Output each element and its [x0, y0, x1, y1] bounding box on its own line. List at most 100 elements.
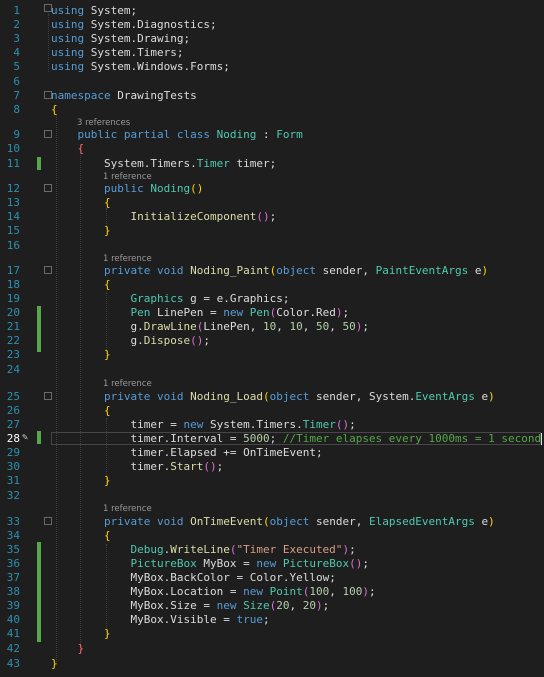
line-number[interactable]: 7 [0, 89, 20, 102]
line-number[interactable]: 36 [0, 557, 20, 570]
token: timer [130, 418, 164, 431]
line-number[interactable]: 43 [0, 657, 20, 670]
line-number[interactable]: 16 [0, 239, 20, 252]
code-line-31[interactable]: } [51, 474, 111, 487]
code-line-43[interactable]: } [51, 657, 58, 670]
line-number[interactable]: 10 [0, 142, 20, 155]
token: timer [236, 157, 270, 170]
line-number[interactable]: 26 [0, 404, 20, 417]
code-line-1[interactable]: using System; [51, 4, 137, 17]
line-number[interactable]: 33 [0, 515, 20, 528]
line-number[interactable]: 20 [0, 306, 20, 319]
code-line-9[interactable]: public partial class Noding : Form [51, 128, 303, 141]
line-number[interactable]: 28 [0, 432, 20, 445]
token: 20 [276, 599, 290, 612]
code-line-34[interactable]: { [51, 529, 111, 542]
code-line-20[interactable]: Pen LinePen = new Pen(Color.Red); [51, 306, 349, 319]
change-bar [37, 542, 41, 642]
code-line-19[interactable]: Graphics g = e.Graphics; [51, 292, 289, 305]
code-line-39[interactable]: MyBox.Size = new Size(20, 20); [51, 599, 329, 612]
code-line-25[interactable]: private void Noding_Load(object sender, … [51, 390, 495, 403]
code-line-33[interactable]: private void OnTimeEvent(object sender, … [51, 515, 495, 528]
token: //Timer elapses every 1000ms = 1 second [282, 432, 542, 445]
line-number[interactable]: 41 [0, 627, 20, 640]
line-number[interactable]: 3 [0, 32, 20, 45]
line-number[interactable]: 15 [0, 224, 20, 237]
code-lens-class-references[interactable]: 3 references [77, 118, 130, 128]
token: System. [368, 390, 416, 403]
line-number[interactable]: 1 [0, 4, 20, 17]
indent-guide [48, 14, 49, 72]
code-line-8[interactable]: { [51, 103, 58, 116]
line-number[interactable]: 31 [0, 474, 20, 487]
line-number[interactable]: 30 [0, 460, 20, 473]
line-number[interactable]: 34 [0, 529, 20, 542]
code-line-18[interactable]: { [51, 278, 111, 291]
code-line-41[interactable]: } [51, 627, 111, 640]
line-number[interactable]: 38 [0, 585, 20, 598]
code-line-38[interactable]: MyBox.Location = new Point(100, 100); [51, 585, 375, 598]
code-line-5[interactable]: using System.Windows.Forms; [51, 60, 230, 73]
code-line-35[interactable]: Debug.WriteLine("Timer Executed"); [51, 543, 355, 556]
line-number[interactable]: 5 [0, 60, 20, 73]
code-line-13[interactable]: { [51, 196, 111, 209]
code-line-21[interactable]: g.DrawLine(LinePen, 10, 10, 50, 50); [51, 320, 368, 333]
line-number[interactable]: 13 [0, 196, 20, 209]
code-lens-paint-references[interactable]: 1 reference [103, 254, 152, 264]
code-lens-ontime-references[interactable]: 1 reference [103, 504, 152, 514]
line-number[interactable]: 37 [0, 571, 20, 584]
code-editor[interactable]: 1 2 3 4 5 6 7 8 9 10 11 12 13 14 15 16 17 18 19 20 21 22 23 24 2… [0, 0, 544, 677]
code-lens-ctor-references[interactable]: 1 reference [103, 172, 152, 182]
code-line-3[interactable]: using System.Drawing; [51, 32, 190, 45]
line-number[interactable]: 11 [0, 157, 20, 170]
line-number[interactable]: 12 [0, 182, 20, 195]
code-line-37[interactable]: MyBox.BackColor = Color.Yellow; [51, 571, 335, 584]
line-number[interactable]: 27 [0, 418, 20, 431]
line-number[interactable]: 24 [0, 363, 20, 376]
line-number[interactable]: 35 [0, 543, 20, 556]
code-line-11[interactable]: System.Timers.Timer timer; [51, 157, 276, 170]
code-line-17[interactable]: private void Noding_Paint(object sender,… [51, 264, 488, 277]
token: using [51, 46, 85, 59]
code-line-12[interactable]: public Noding() [51, 182, 203, 195]
code-lens-load-references[interactable]: 1 reference [103, 379, 152, 389]
code-line-7[interactable]: namespace DrawingTests [51, 89, 197, 102]
line-number[interactable]: 18 [0, 278, 20, 291]
line-number[interactable]: 25 [0, 390, 20, 403]
line-number[interactable]: 17 [0, 264, 20, 277]
line-number[interactable]: 2 [0, 18, 20, 31]
line-number[interactable]: 32 [0, 489, 20, 502]
code-line-30[interactable]: timer.Start(); [51, 460, 223, 473]
code-line-26[interactable]: { [51, 404, 111, 417]
line-number[interactable]: 40 [0, 613, 20, 626]
token: PictureBox [130, 557, 197, 570]
line-number[interactable]: 29 [0, 446, 20, 459]
code-line-2[interactable]: using System.Diagnostics; [51, 18, 217, 31]
code-line-27[interactable]: timer = new System.Timers.Timer(); [51, 418, 355, 431]
code-line-36[interactable]: PictureBox MyBox = new PictureBox(); [51, 557, 368, 570]
code-line-15[interactable]: } [51, 224, 111, 237]
line-number[interactable]: 42 [0, 642, 20, 655]
line-number[interactable]: 6 [0, 75, 20, 88]
line-number[interactable]: 22 [0, 334, 20, 347]
code-line-14[interactable]: InitializeComponent(); [51, 210, 276, 223]
token: ; [223, 60, 230, 73]
code-line-22[interactable]: g.Dispose(); [51, 334, 209, 347]
code-line-23[interactable]: } [51, 348, 111, 361]
code-line-29[interactable]: timer.Elapsed += OnTimeEvent; [51, 446, 322, 459]
line-number[interactable]: 23 [0, 348, 20, 361]
line-number[interactable]: 19 [0, 292, 20, 305]
code-line-42[interactable]: } [51, 642, 85, 655]
code-line-40[interactable]: MyBox.Visible = true; [51, 613, 269, 626]
line-number[interactable]: 4 [0, 46, 20, 59]
line-number[interactable]: 8 [0, 103, 20, 116]
line-number[interactable]: 14 [0, 210, 20, 223]
paintbrush-icon[interactable]: ✎ [22, 433, 32, 443]
code-line-10[interactable]: { [51, 142, 85, 155]
token: e.Graphics [216, 292, 283, 305]
code-line-4[interactable]: using System.Timers; [51, 46, 183, 59]
code-line-28[interactable]: timer.Interval = 5000; //Timer elapses e… [51, 432, 543, 445]
line-number[interactable]: 9 [0, 128, 20, 141]
line-number[interactable]: 21 [0, 320, 20, 333]
line-number[interactable]: 39 [0, 599, 20, 612]
